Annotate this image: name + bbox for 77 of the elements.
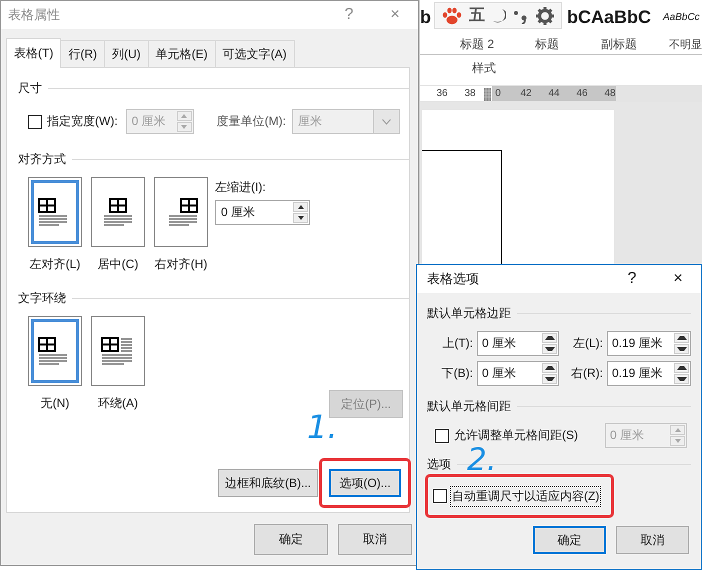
- option-label: 左对齐(L): [30, 256, 80, 273]
- tab[interactable]: 可选文字(A): [214, 40, 295, 67]
- field-label: 上(T):: [442, 335, 474, 352]
- spin-down-button[interactable]: [542, 374, 557, 384]
- window-title: 表格属性: [8, 6, 61, 24]
- layout-option[interactable]: [28, 177, 82, 247]
- layout-option[interactable]: [91, 316, 145, 386]
- settings-icon: [536, 6, 554, 24]
- style-preview[interactable]: bC: [567, 7, 591, 28]
- section-heading: 尺寸: [18, 80, 42, 97]
- spin-down-button[interactable]: [674, 344, 689, 354]
- spin-up-button[interactable]: [674, 363, 689, 373]
- option-label: 环绕(A): [98, 395, 138, 412]
- margin-field[interactable]: 0.19 厘米: [607, 331, 691, 356]
- section-heading: 文字环绕: [18, 290, 66, 307]
- margin-field[interactable]: 0.19 厘米: [607, 361, 691, 386]
- borders-button[interactable]: 边框和底纹(B)...: [218, 469, 318, 497]
- ruler-number: 48: [604, 88, 616, 100]
- indent-field[interactable]: 0 厘米: [215, 200, 310, 225]
- option-label: 无(N): [40, 395, 70, 412]
- field-label: 右(R):: [571, 365, 604, 382]
- cancel-button[interactable]: 取消: [338, 524, 412, 554]
- ruler-number: 42: [520, 88, 532, 100]
- checkbox-label: 自动重调尺寸以适应内容(Z): [450, 486, 602, 506]
- options-button[interactable]: 选项(O)...: [329, 469, 401, 497]
- handwritten-number: 2.: [467, 445, 497, 476]
- field-label: 左(L):: [573, 335, 604, 352]
- style-preview[interactable]: AaBbC: [591, 7, 663, 28]
- margin-field[interactable]: 0 厘米: [477, 361, 559, 386]
- spin-up-button[interactable]: [293, 202, 308, 212]
- tab[interactable]: 表格(T): [6, 38, 62, 68]
- spin-up-button[interactable]: [674, 333, 689, 343]
- checkbox[interactable]: [433, 489, 447, 503]
- style-preview[interactable]: b: [420, 7, 434, 28]
- section-heading: 默认单元格间距: [427, 398, 511, 415]
- layout-option[interactable]: [154, 177, 208, 247]
- help-button[interactable]: ?: [609, 265, 655, 293]
- window-title: 表格选项: [427, 270, 480, 288]
- style-name[interactable]: 不明显: [669, 37, 702, 52]
- spin-up-button[interactable]: [542, 333, 557, 343]
- spin-up-button[interactable]: [542, 363, 557, 373]
- checkbox-label: 允许调整单元格间距(S): [454, 427, 578, 444]
- style-name[interactable]: 副标题: [601, 36, 669, 54]
- section-heading: 对齐方式: [18, 151, 66, 168]
- margin-field[interactable]: 0 厘米: [477, 331, 559, 356]
- chevron-down-icon: [382, 118, 391, 124]
- option-label: 居中(C): [98, 256, 138, 273]
- ok-button[interactable]: 确定: [254, 524, 328, 554]
- spin-down-button[interactable]: [293, 213, 308, 223]
- checkbox[interactable]: [28, 114, 42, 128]
- style-name[interactable]: 标题: [535, 36, 601, 54]
- spin-down-button[interactable]: [674, 374, 689, 384]
- toolbar-glyph[interactable]: 五: [469, 5, 486, 26]
- ruler-number: 36: [436, 88, 448, 100]
- style-name[interactable]: 标题 2: [460, 36, 535, 54]
- field-label: 度量单位(M):: [216, 113, 286, 130]
- layout-option[interactable]: [28, 316, 82, 386]
- ruler-number: 38: [464, 88, 476, 100]
- checkbox[interactable]: [435, 428, 449, 442]
- style-preview[interactable]: AaBbCc: [663, 12, 702, 24]
- ruler-number: 46: [576, 88, 588, 100]
- section-heading: 默认单元格边距: [427, 305, 511, 322]
- ruler-number: 44: [548, 88, 560, 100]
- close-button[interactable]: ×: [655, 265, 701, 293]
- field-label: 下(B):: [442, 365, 474, 382]
- field-label: 左缩进(I):: [215, 179, 267, 196]
- ruler-number: 0: [495, 88, 501, 100]
- paw-icon: [442, 6, 462, 24]
- section-heading: 选项: [427, 456, 451, 473]
- cancel-button[interactable]: 取消: [616, 526, 689, 554]
- ok-button[interactable]: 确定: [533, 526, 606, 554]
- spin-down-button[interactable]: [542, 344, 557, 354]
- checkbox-label: 指定宽度(W):: [47, 113, 118, 130]
- layout-option[interactable]: [91, 177, 145, 247]
- moon-icon: [492, 8, 506, 24]
- option-label: 右对齐(H): [154, 256, 208, 273]
- group-label: 样式: [472, 60, 496, 76]
